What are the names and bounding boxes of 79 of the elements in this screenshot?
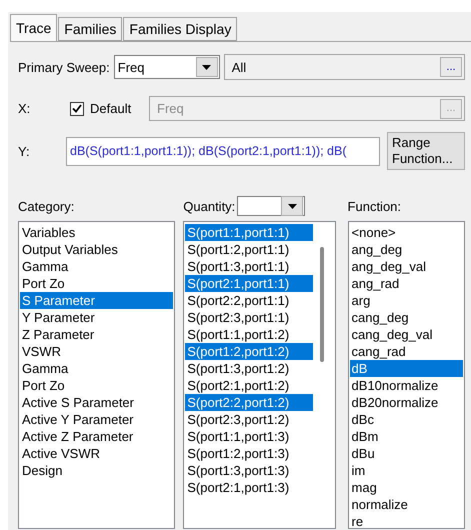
list-item[interactable]: Active Z Parameter <box>20 428 174 445</box>
list-item[interactable]: cang_rad <box>350 343 463 360</box>
list-item[interactable]: cang_deg <box>350 309 463 326</box>
tab[interactable]: Families Display <box>123 17 238 41</box>
list-item[interactable]: S(port1:2,port1:1) <box>185 241 314 258</box>
list-item[interactable]: Active VSWR <box>20 445 174 462</box>
list-item[interactable]: cang_deg_val <box>350 326 463 343</box>
dropdown-button[interactable] <box>281 196 304 216</box>
list-item[interactable]: S(port2:3,port1:1) <box>185 309 314 326</box>
list-item[interactable]: S(port1:2,port1:2) <box>185 343 314 360</box>
list-item[interactable]: ang_rad <box>350 275 463 292</box>
dropdown-button[interactable] <box>196 57 218 77</box>
caret-icon <box>288 204 297 208</box>
column-label: Quantity: <box>183 198 236 214</box>
list-item[interactable]: Y Parameter <box>20 309 174 326</box>
tab[interactable]: Families <box>58 17 122 41</box>
list-item[interactable]: S(port1:1,port1:2) <box>185 326 314 343</box>
list-item[interactable]: Design <box>20 462 174 479</box>
list-item[interactable]: Output Variables <box>20 241 174 258</box>
list-item[interactable]: ang_deg <box>350 241 463 258</box>
list-item[interactable]: S(port2:1,port1:3) <box>185 479 314 496</box>
list-item[interactable]: VSWR <box>20 343 174 360</box>
list-item[interactable]: Port Zo <box>20 377 174 394</box>
function-list[interactable]: <none> ang_deg ang_deg_val ang_rad arg cang_deg cang_deg_val cang_rad dB dB10normalize dB20normalize dBc dBm dBu im mag normalize re <box>348 221 465 529</box>
list-item[interactable]: Gamma <box>20 360 174 377</box>
list-item[interactable]: S(port1:1,port1:3) <box>185 428 314 445</box>
range-function-button[interactable]: Range Function... <box>387 132 465 170</box>
checkbox-label: Default <box>90 101 132 116</box>
list-item[interactable]: Variables <box>20 224 174 241</box>
list-item[interactable]: S(port2:1,port1:1) <box>185 275 314 292</box>
list-item[interactable]: dB <box>350 360 463 377</box>
list-item[interactable]: normalize <box>350 496 463 513</box>
caret-icon <box>202 64 212 70</box>
dropdown-value: Freq <box>118 60 146 74</box>
list-item[interactable]: arg <box>350 292 463 309</box>
field-value: dB(S(port1:1,port1:1)); dB(S(port2:1,port1:1)); dB( <box>70 144 348 158</box>
column-label: Function: <box>348 198 402 214</box>
quantity-filter-dropdown[interactable] <box>237 196 306 216</box>
tab[interactable]: Trace <box>10 14 58 41</box>
list-item[interactable]: S(port1:1,port1:1) <box>185 224 314 241</box>
list-item[interactable]: Port Zo <box>20 275 174 292</box>
scrollbar-thumb[interactable] <box>320 247 324 362</box>
list-item[interactable]: ang_deg_val <box>350 258 463 275</box>
field-value: All <box>232 60 248 74</box>
list-item[interactable]: re <box>350 513 463 528</box>
list-item[interactable]: S(port2:1,port1:2) <box>185 377 314 394</box>
quantity-list[interactable] <box>183 221 336 529</box>
list-item[interactable]: S(port1:3,port1:3) <box>185 462 314 479</box>
list-item[interactable]: S(port2:2,port1:1) <box>185 292 314 309</box>
field-label: Y: <box>18 144 31 158</box>
range-field[interactable]: All ... <box>224 54 465 80</box>
list-item[interactable]: S(port1:3,port1:1) <box>185 258 314 275</box>
category-list[interactable]: Variables Output Variables Gamma Port Zo S Parameter Y Parameter Z Parameter VSWR Gamma Port Zo Active S Parameter Active Y Parameter Active Z Parameter Active VSWR Design <box>18 221 176 529</box>
field-label: Primary Sweep: <box>18 60 110 74</box>
list-item[interactable]: Active S Parameter <box>20 394 174 411</box>
list-item[interactable]: dB10normalize <box>350 377 463 394</box>
list-item[interactable]: im <box>350 462 463 479</box>
sweep-dropdown[interactable]: Freq <box>114 55 220 79</box>
list-item[interactable]: dB20normalize <box>350 394 463 411</box>
check-icon <box>72 104 82 113</box>
list-item[interactable]: dBc <box>350 411 463 428</box>
list-item[interactable]: S(port2:2,port1:2) <box>185 394 314 411</box>
list-item[interactable]: Gamma <box>20 258 174 275</box>
list-item[interactable]: S Parameter <box>20 292 174 309</box>
list-item[interactable]: dBu <box>350 445 463 462</box>
list-item[interactable]: mag <box>350 479 463 496</box>
list-item[interactable]: dBm <box>350 428 463 445</box>
column-label: Category: <box>18 198 74 214</box>
checkbox[interactable] <box>70 102 84 116</box>
list-item[interactable]: Active Y Parameter <box>20 411 174 428</box>
list-item[interactable]: S(port1:3,port1:2) <box>185 360 314 377</box>
field-value: Freq <box>157 101 185 116</box>
list-item[interactable]: <none> <box>350 224 463 241</box>
browse-button[interactable]: ... <box>440 57 462 77</box>
field-label: X: <box>18 101 32 116</box>
list-item[interactable]: S(port2:3,port1:2) <box>185 411 314 428</box>
y-expression-field[interactable]: dB(S(port1:1,port1:1)); dB(S(port2:1,port1:1)); dB( <box>66 136 380 166</box>
list-item[interactable]: Z Parameter <box>20 326 174 343</box>
list-item[interactable]: S(port1:2,port1:3) <box>185 445 314 462</box>
